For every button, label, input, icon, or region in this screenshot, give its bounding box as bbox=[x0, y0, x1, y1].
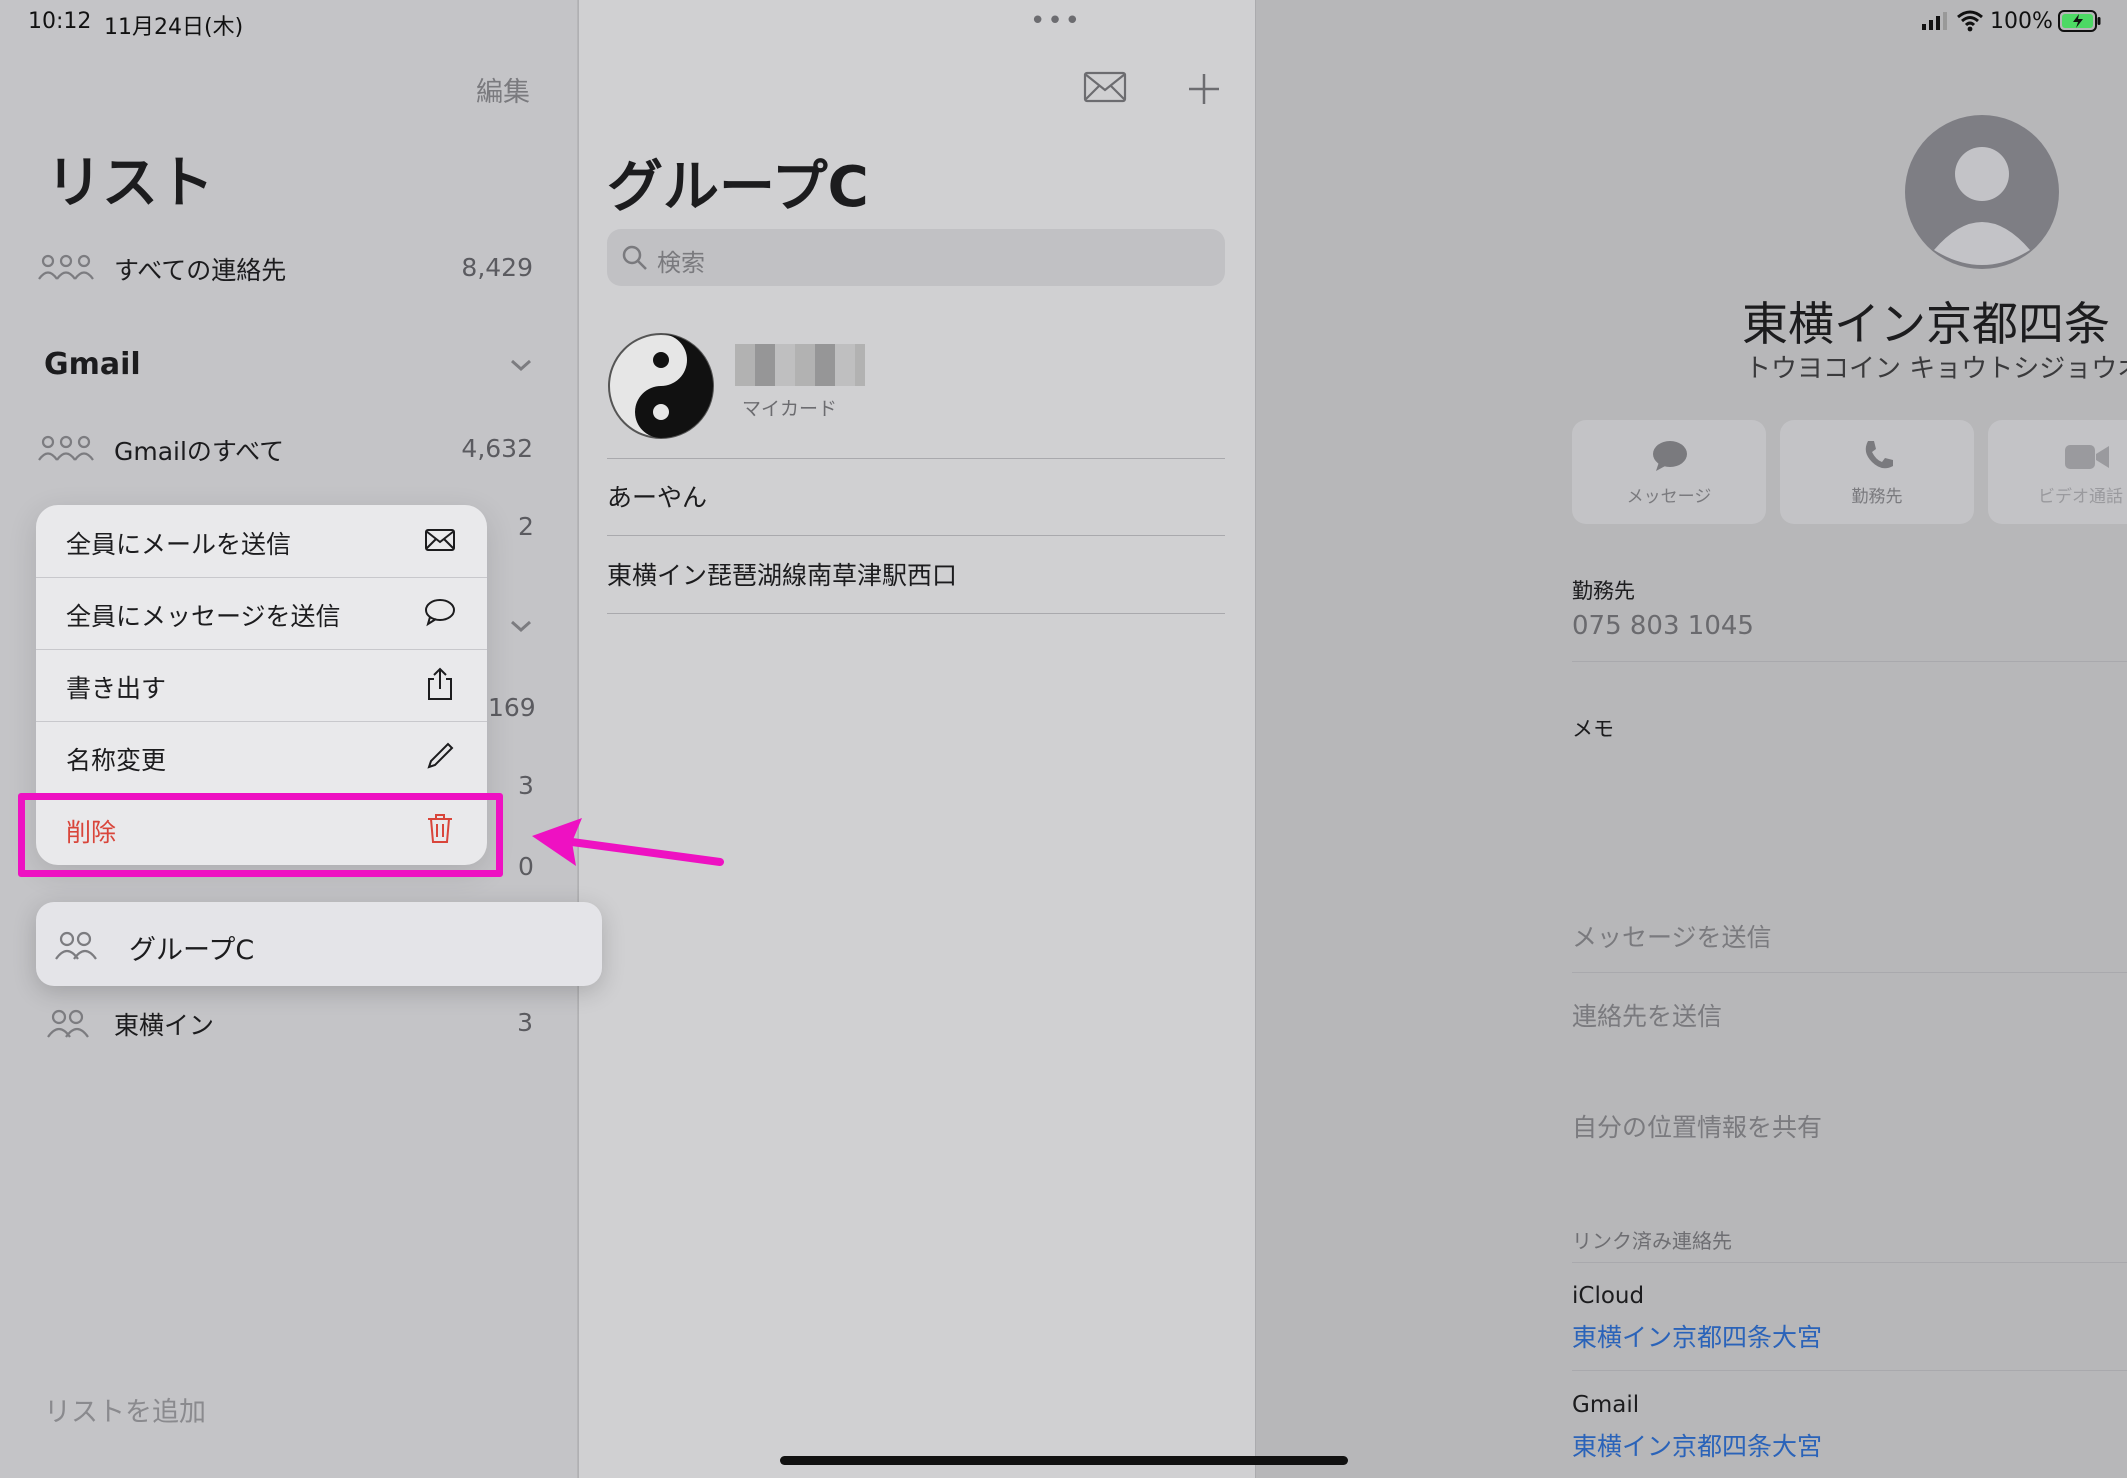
status-date: 11月24日(木) bbox=[104, 15, 244, 40]
pencil-icon bbox=[423, 739, 457, 773]
group-c-label: グループC bbox=[129, 935, 255, 966]
menu-item-email-all[interactable]: 全員にメールを送信 bbox=[36, 505, 487, 578]
add-list-button[interactable]: リストを追加 bbox=[44, 1390, 206, 1429]
contact-phonetic: トウヨコイン キョウトシジョウオ bbox=[1745, 354, 2127, 384]
battery-icon bbox=[2058, 9, 2102, 33]
action-label: メッセージ bbox=[1626, 487, 1712, 507]
menu-item-export[interactable]: 書き出す bbox=[36, 649, 487, 722]
speech-bubble-icon bbox=[423, 595, 457, 629]
blurred-name bbox=[735, 344, 865, 386]
edit-button[interactable]: 編集 bbox=[476, 70, 530, 109]
toyoko-label: 東横イン bbox=[114, 1011, 215, 1040]
gmail-all-row[interactable]: Gmailのすべて 4,632 bbox=[0, 418, 577, 478]
three-people-icon bbox=[36, 251, 96, 283]
menu-item-label: 書き出す bbox=[66, 674, 167, 703]
linked-source: iCloud bbox=[1572, 1283, 1645, 1309]
linked-contacts-header: リンク済み連絡先 bbox=[1572, 1229, 1732, 1253]
list-count: 169 bbox=[488, 693, 536, 722]
delete-highlight-box bbox=[18, 793, 503, 877]
message-icon bbox=[1652, 438, 1688, 474]
list-count: 3 bbox=[518, 771, 534, 800]
cellular-signal-icon bbox=[1920, 10, 1950, 32]
all-contacts-label: すべての連絡先 bbox=[114, 256, 287, 285]
send-contact-button[interactable]: 連絡先を送信 bbox=[1572, 997, 1722, 1033]
two-people-icon bbox=[44, 1006, 92, 1040]
gmail-all-label: Gmailのすべて bbox=[114, 437, 285, 466]
toyoko-count: 3 bbox=[517, 1008, 533, 1037]
memo-label: メモ bbox=[1572, 717, 1614, 741]
work-phone[interactable]: 075 803 1045 bbox=[1572, 611, 1754, 641]
search-field[interactable]: 検索 bbox=[607, 229, 1225, 286]
send-message-button[interactable]: メッセージを送信 bbox=[1572, 918, 1772, 954]
menu-item-label: 全員にメールを送信 bbox=[66, 530, 292, 559]
two-people-icon bbox=[52, 928, 100, 962]
status-time: 10:12 bbox=[28, 9, 92, 34]
contact-row[interactable]: あーやん bbox=[607, 476, 1225, 536]
list-item-toyoko[interactable]: 東横イン 3 bbox=[0, 992, 577, 1052]
share-location-button[interactable]: 自分の位置情報を共有 bbox=[1572, 1108, 1822, 1144]
phone-icon bbox=[1860, 438, 1896, 474]
video-action-button[interactable]: ビデオ通話 bbox=[1988, 420, 2127, 524]
menu-item-label: 名称変更 bbox=[66, 746, 167, 775]
divider bbox=[607, 535, 1225, 536]
envelope-icon bbox=[423, 523, 457, 557]
call-action-button[interactable]: 勤務先 bbox=[1780, 420, 1974, 524]
list-count: 2 bbox=[518, 512, 534, 541]
battery-percent: 100% bbox=[1990, 9, 2053, 34]
divider bbox=[1572, 1262, 2127, 1263]
contact-avatar-icon bbox=[1904, 114, 2060, 270]
search-icon bbox=[621, 244, 649, 272]
divider bbox=[607, 613, 1225, 614]
envelope-icon[interactable] bbox=[1083, 70, 1127, 104]
action-label: ビデオ通話 bbox=[2038, 487, 2123, 507]
video-icon bbox=[2064, 442, 2110, 472]
menu-item-label: 全員にメッセージを送信 bbox=[66, 602, 341, 631]
annotation-arrow-icon bbox=[520, 812, 730, 876]
wifi-icon bbox=[1955, 8, 1985, 32]
gmail-section-title: Gmail bbox=[44, 347, 141, 382]
work-label: 勤務先 bbox=[1572, 579, 1635, 603]
lists-title: リスト bbox=[46, 151, 214, 216]
my-card-label: マイカード bbox=[742, 398, 838, 420]
three-people-icon bbox=[36, 432, 96, 464]
divider bbox=[1572, 661, 2127, 662]
chevron-down-icon[interactable] bbox=[508, 356, 534, 374]
multitask-dots-icon[interactable]: ••• bbox=[1030, 8, 1082, 34]
menu-item-rename[interactable]: 名称変更 bbox=[36, 721, 487, 794]
linked-contact-link[interactable]: 東横イン京都四条大宮 bbox=[1572, 1427, 1822, 1463]
contact-name-title: 東横イン京都四条 bbox=[1742, 297, 2110, 351]
linked-source: Gmail bbox=[1572, 1392, 1640, 1418]
add-contact-icon[interactable] bbox=[1187, 72, 1221, 106]
divider bbox=[1572, 972, 2127, 973]
divider bbox=[1572, 1370, 2127, 1371]
action-label: 勤務先 bbox=[1851, 487, 1903, 507]
linked-contact-link[interactable]: 東横イン京都四条大宮 bbox=[1572, 1318, 1822, 1354]
divider bbox=[607, 458, 1225, 459]
gmail-all-count: 4,632 bbox=[461, 434, 533, 463]
message-action-button[interactable]: メッセージ bbox=[1572, 420, 1766, 524]
home-indicator[interactable] bbox=[780, 1456, 1348, 1465]
contact-name: あーやん bbox=[607, 483, 708, 512]
contact-name: 東横イン琵琶湖線南草津駅西口 bbox=[607, 561, 958, 590]
contact-row[interactable]: 東横イン琵琶湖線南草津駅西口 bbox=[607, 554, 1225, 614]
menu-item-message-all[interactable]: 全員にメッセージを送信 bbox=[36, 577, 487, 650]
chevron-down-icon[interactable] bbox=[508, 617, 534, 635]
all-contacts-count: 8,429 bbox=[461, 253, 533, 282]
search-placeholder: 検索 bbox=[657, 249, 705, 277]
group-title: グループC bbox=[607, 155, 869, 220]
share-icon bbox=[423, 667, 457, 701]
list-item-group-c[interactable]: グループC bbox=[36, 902, 602, 986]
yin-yang-avatar-icon bbox=[607, 332, 715, 440]
my-card-row[interactable]: マイカード bbox=[607, 332, 1225, 460]
all-contacts-row[interactable]: すべての連絡先 8,429 bbox=[0, 237, 577, 297]
